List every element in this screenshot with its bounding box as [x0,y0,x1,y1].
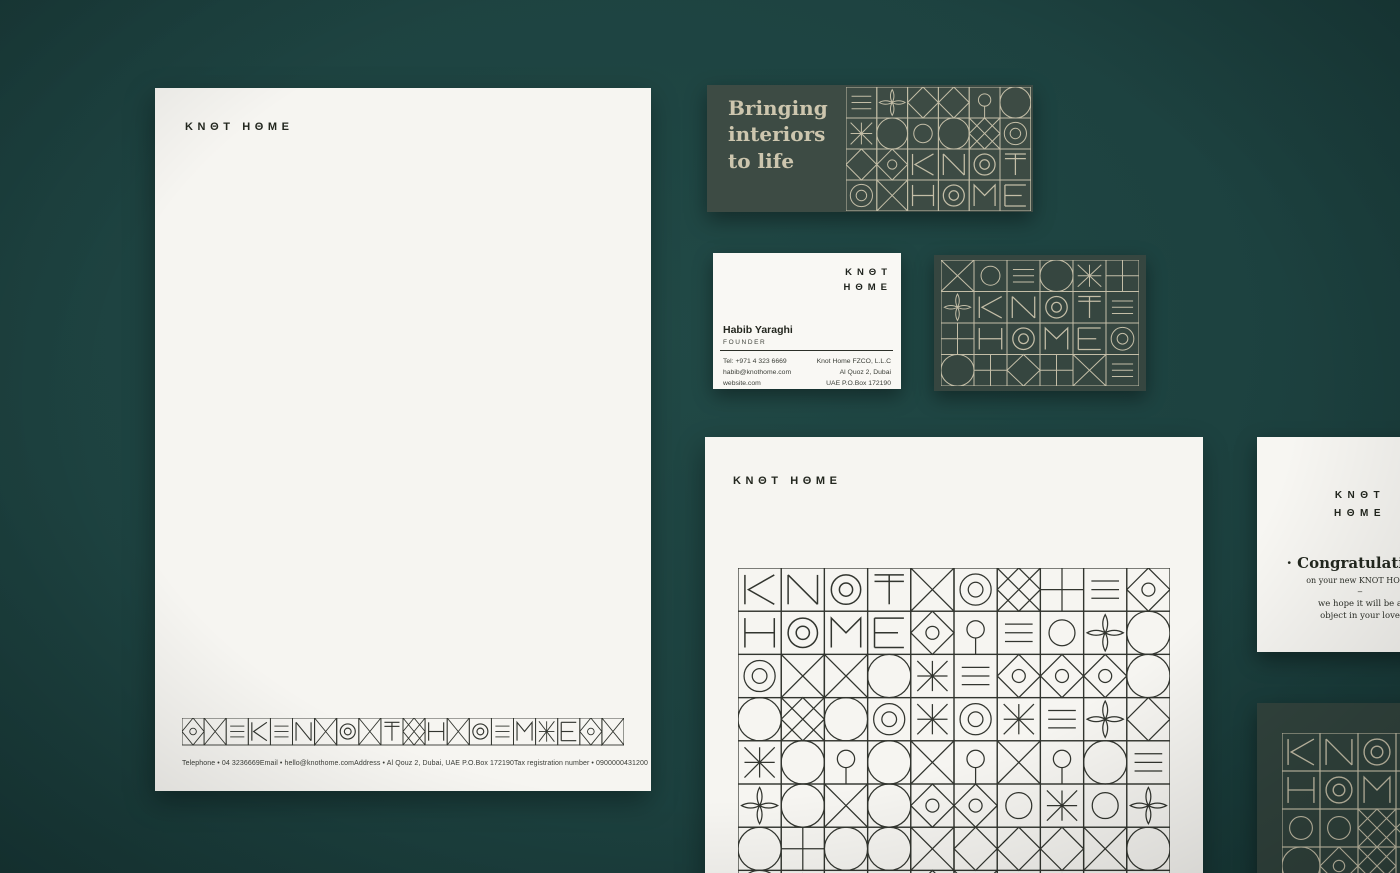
geometric-pattern-strip [182,718,624,746]
letterhead-pattern-strip [182,718,624,746]
greeting-headline: · Congratulations [1257,554,1400,572]
envelope-pattern-area [846,87,1031,211]
footer-tax-number: Tax registration number • 0900000431200 [514,760,648,767]
letterhead-logo: KNΘT HΘME [185,121,294,133]
business-card-back [934,255,1146,391]
contact-details-left: Tel: +971 4 323 6669 habib@knothome.com … [723,356,791,389]
logo-line-1: KNΘT [1257,487,1400,505]
contact-website: website.com [723,378,791,389]
greeting-card: KNΘT HΘME · Congratulations on your new … [1257,437,1400,652]
greeting-body-line-1: we hope it will be a [1257,598,1400,610]
letterhead-sheet: KNΘT HΘME Telephone • 04 3236669 Email •… [155,88,651,791]
headline-text: Congratulations [1297,554,1400,572]
letterhead-footer: Telephone • 04 3236669 Email • hello@kno… [182,760,629,767]
greeting-subline: on your new KNOT HOME [1257,576,1400,585]
footer-email: Email • hello@knothome.com [260,760,354,767]
geometric-pattern-card-back [941,260,1139,386]
envelope-card: Bringing interiors to life [707,85,1033,212]
greeting-card-logo: KNΘT HΘME [1257,487,1400,522]
envelope-tagline: Bringing interiors to life [728,95,828,174]
company-name: Knot Home FZCO, L.L.C [817,356,891,367]
geometric-pattern-envelope [846,87,1031,211]
contact-name: Habib Yaraghi [723,324,793,336]
logo-line-1: KNΘT [844,266,893,281]
contact-details-right: Knot Home FZCO, L.L.C Al Quoz 2, Dubai U… [817,356,891,389]
business-card-logo: KNΘT HΘME [844,266,888,295]
geometric-pattern-corner-card [1282,733,1400,873]
footer-address: Address • Al Qouz 2, Dubai, UAE P.O.Box … [354,760,514,767]
tagline-line-1: Bringing [728,95,828,121]
contact-role: FOUNDER [723,339,766,346]
company-address-2: UAE P.O.Box 172190 [817,378,891,389]
stationery-mockup-scene: KNΘT HΘME Telephone • 04 3236669 Email •… [0,0,1400,873]
sheet-logo: KNΘT HΘME [733,475,842,487]
sheet-pattern-area [738,568,1170,873]
company-address-1: Al Quoz 2, Dubai [817,367,891,378]
business-card-front: KNΘT HΘME Habib Yaraghi FOUNDER Tel: +97… [713,253,901,389]
greeting-body-line-2: object in your love [1257,610,1400,622]
greeting-body: we hope it will be a object in your love [1257,598,1400,623]
card-divider [720,350,893,351]
logo-line-2: HΘME [844,281,893,296]
greeting-dash: – [1257,587,1400,596]
geometric-pattern-sheet [738,568,1170,873]
contact-email: habib@knothome.com [723,367,791,378]
corner-pattern-card [1257,703,1400,873]
pattern-sheet: KNΘT HΘME [705,437,1203,873]
logo-line-2: HΘME [1257,505,1400,523]
headline-bullet: · [1287,554,1292,572]
tagline-line-3: to life [728,148,828,174]
tagline-line-2: interiors [728,121,828,147]
contact-tel: Tel: +971 4 323 6669 [723,356,791,367]
footer-telephone: Telephone • 04 3236669 [182,760,260,767]
